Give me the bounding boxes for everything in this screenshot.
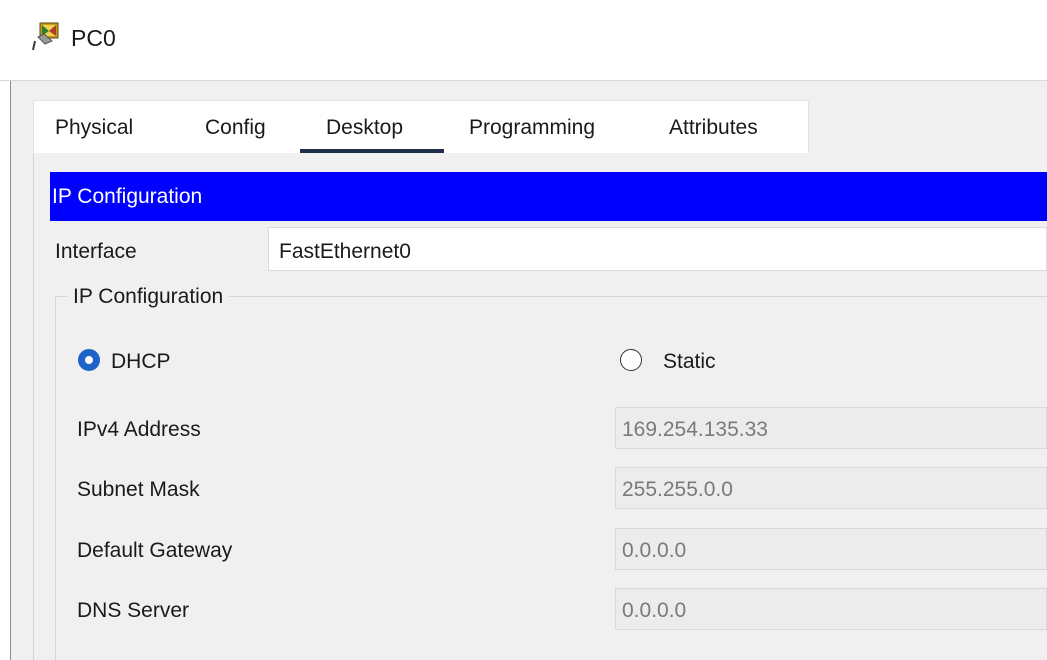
tab-attributes[interactable]: Attributes [669,116,758,140]
default-gateway-label: Default Gateway [77,539,233,562]
default-gateway-value: 0.0.0.0 [622,539,687,562]
tab-desktop[interactable]: Desktop [326,116,403,140]
ip-configuration-group-label: IP Configuration [67,285,230,309]
tab-config[interactable]: Config [205,116,266,140]
dns-server-value: 0.0.0.0 [622,599,687,622]
ip-configuration-header: IP Configuration [52,185,203,208]
window-title: PC0 [71,25,116,51]
tab-programming[interactable]: Programming [469,116,595,140]
pc-icon [32,22,59,51]
interface-value: FastEthernet0 [279,240,411,263]
interface-label: Interface [55,240,137,263]
dhcp-label[interactable]: DHCP [111,350,171,374]
tab-physical[interactable]: Physical [55,116,133,140]
static-label[interactable]: Static [663,350,716,374]
title-bar: PC0 [0,0,1047,81]
ipv4-address-value: 169.254.135.33 [622,418,768,441]
subnet-mask-value: 255.255.0.0 [622,478,733,501]
ipv4-address-label: IPv4 Address [77,418,201,441]
subnet-mask-label: Subnet Mask [77,478,200,501]
dhcp-radio[interactable] [78,349,100,371]
dns-server-label: DNS Server [77,599,190,622]
static-radio[interactable] [620,349,642,371]
